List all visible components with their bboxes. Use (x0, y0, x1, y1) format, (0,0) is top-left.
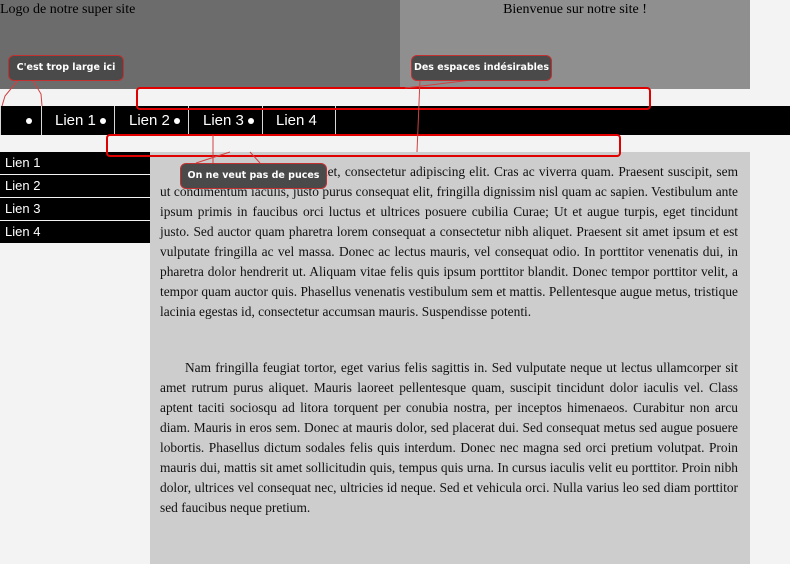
callout-too-wide: C'est trop large ici (8, 55, 124, 81)
callout-no-bullets: On ne veut pas de puces (180, 163, 327, 189)
callout-unwanted-spaces: Des espaces indésirables (411, 55, 552, 81)
annotation-connector-lines (1, 78, 481, 164)
